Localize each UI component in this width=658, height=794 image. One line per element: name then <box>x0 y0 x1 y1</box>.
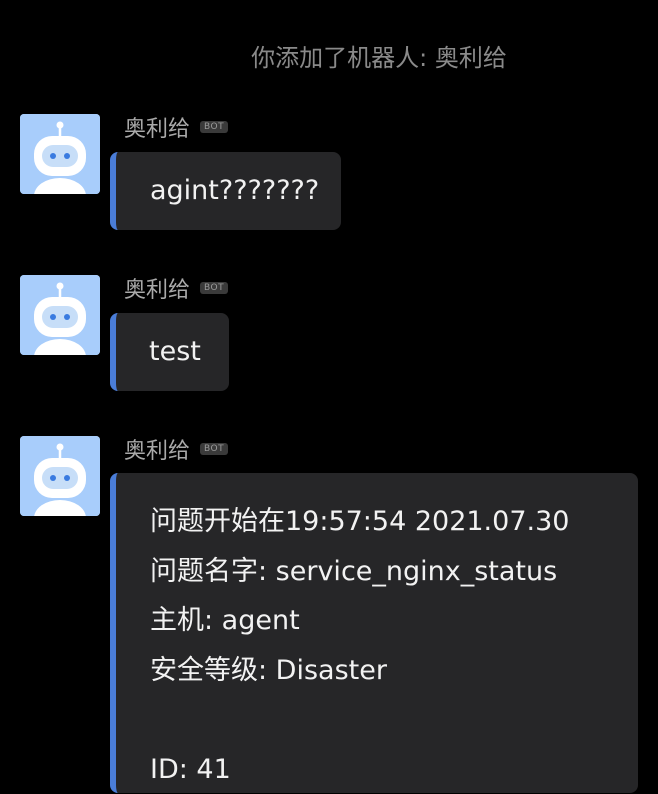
robot-avatar-icon[interactable] <box>20 114 100 194</box>
message-text: test <box>149 337 229 367</box>
robot-avatar-icon[interactable] <box>20 275 100 355</box>
sender-row: 奥利给 BOT <box>124 112 228 142</box>
sender-row: 奥利给 BOT <box>124 434 228 464</box>
sender-name: 奥利给 <box>124 433 190 465</box>
host-line: 主机: agent <box>150 596 638 646</box>
message-bubble[interactable]: 问题开始在19:57:54 2021.07.30 问题名字: service_n… <box>110 473 638 793</box>
sender-name: 奥利给 <box>124 272 190 304</box>
problem-name-line: 问题名字: service_nginx_status <box>150 547 638 597</box>
problem-start-line: 问题开始在19:57:54 2021.07.30 <box>150 497 638 547</box>
blank-line <box>150 695 638 745</box>
robot-avatar-icon[interactable] <box>20 436 100 516</box>
severity-line: 安全等级: Disaster <box>150 646 638 696</box>
message-bubble[interactable]: test <box>110 313 229 391</box>
message-text: agint??????? <box>150 176 341 206</box>
sender-row: 奥利给 BOT <box>124 273 228 303</box>
bot-badge: BOT <box>200 121 228 133</box>
bot-badge: BOT <box>200 282 228 294</box>
message-bubble[interactable]: agint??????? <box>110 152 341 230</box>
message-text-block: 问题开始在19:57:54 2021.07.30 问题名字: service_n… <box>150 497 638 794</box>
system-notice: 你添加了机器人: 奥利给 <box>0 38 658 73</box>
sender-name: 奥利给 <box>124 111 190 143</box>
bot-badge: BOT <box>200 443 228 455</box>
